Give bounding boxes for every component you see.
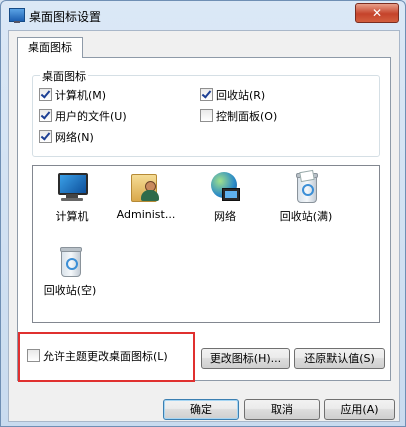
checkbox-label: 计算机(M) [55, 89, 107, 102]
checkbox-label: 允许主题更改桌面图标(L) [43, 350, 168, 363]
group-legend: 桌面图标 [40, 68, 88, 84]
checkbox-recycle-bin[interactable]: 回收站(R) [200, 88, 265, 102]
checkbox-checked-icon[interactable] [39, 109, 52, 122]
checkbox-label: 网络(N) [55, 131, 94, 144]
close-button[interactable]: ✕ [355, 3, 399, 23]
computer-icon [55, 170, 89, 204]
icon-label: 计算机 [55, 210, 89, 223]
icon-label: Administ... [116, 208, 176, 221]
checkbox-checked-icon[interactable] [39, 130, 52, 143]
recycle-bin-full-icon [289, 169, 323, 204]
title-bar[interactable]: 桌面图标设置 ✕ [1, 1, 405, 29]
icon-label: 回收站(空) [43, 284, 97, 297]
restore-default-button[interactable]: 还原默认值(S) [294, 348, 385, 369]
icon-item-user-files[interactable]: Administ... [107, 170, 185, 221]
checkbox-label: 回收站(R) [216, 89, 266, 102]
desktop-icons-group: 桌面图标 计算机(M) 回收站(R) 用户的文件(U) 控制面板(O) 网络(N… [32, 68, 380, 157]
recycle-bin-empty-icon [53, 244, 87, 278]
window-title: 桌面图标设置 [29, 10, 102, 24]
cancel-button[interactable]: 取消 [244, 399, 320, 420]
checkbox-label: 用户的文件(U) [55, 110, 127, 123]
network-icon [208, 170, 242, 204]
checkbox-checked-icon[interactable] [200, 88, 213, 101]
apply-button[interactable]: 应用(A) [324, 399, 395, 420]
checkbox-user-files[interactable]: 用户的文件(U) [39, 109, 127, 123]
icon-item-computer[interactable]: 计算机 [33, 170, 111, 224]
icon-list[interactable]: 计算机 Administ... 网络 回收站(满) 回收站(空) [32, 165, 380, 323]
change-icon-button[interactable]: 更改图标(H)... [201, 348, 290, 369]
checkbox-network[interactable]: 网络(N) [39, 130, 94, 144]
checkbox-control-panel[interactable]: 控制面板(O) [200, 109, 277, 123]
checkbox-computer[interactable]: 计算机(M) [39, 88, 106, 102]
icon-label: 回收站(满) [279, 210, 333, 223]
icon-item-network[interactable]: 网络 [186, 170, 264, 224]
icon-item-recycle-bin-empty[interactable]: 回收站(空) [31, 244, 109, 298]
checkbox-unchecked-icon[interactable] [27, 349, 40, 362]
icon-label: 网络 [214, 210, 236, 223]
checkbox-unchecked-icon[interactable] [200, 109, 213, 122]
user-folder-icon [129, 170, 163, 204]
ok-button[interactable]: 确定 [163, 399, 239, 420]
checkbox-allow-themes[interactable]: 允许主题更改桌面图标(L) [27, 348, 168, 364]
checkbox-checked-icon[interactable] [39, 88, 52, 101]
tab-desktop-icons[interactable]: 桌面图标 [17, 37, 83, 58]
icon-item-recycle-bin-full[interactable]: 回收站(满) [267, 169, 345, 224]
checkbox-label: 控制面板(O) [216, 110, 278, 123]
desktop-settings-icon [9, 8, 25, 23]
